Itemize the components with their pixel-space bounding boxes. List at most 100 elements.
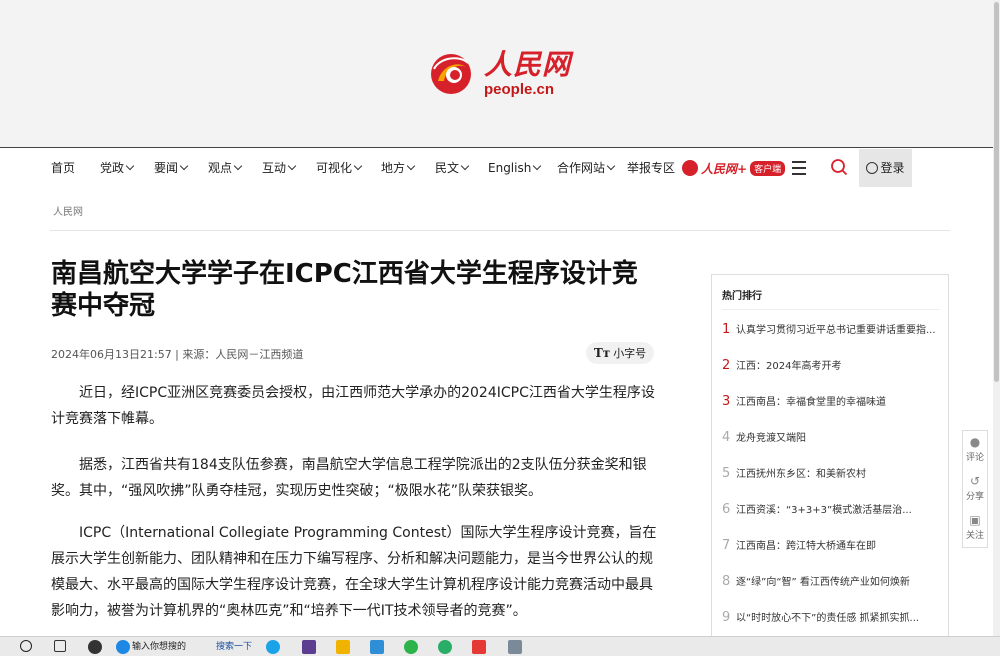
- nav-item-party[interactable]: 党政: [100, 149, 135, 187]
- search-icon[interactable]: [822, 149, 858, 187]
- edge-icon[interactable]: [266, 640, 280, 654]
- hot-item-text: 江西：2024年高考开考: [736, 361, 842, 372]
- folder-icon[interactable]: [336, 640, 350, 654]
- logo-en-text: people.cn: [484, 81, 555, 98]
- hot-item[interactable]: 5 江西抚州东乡区：和美新农村: [722, 465, 944, 485]
- start-circle-icon[interactable]: [20, 640, 32, 652]
- hot-rank: 5: [722, 466, 731, 481]
- main-nav: 首页 党政 要闻 观点 互动 可视化 地方 民文 English 合作网站 举报…: [0, 149, 1000, 187]
- side-toolbar: ● 评论 ↺ 分享 ▣ 关注: [962, 430, 988, 548]
- comment-label: 评论: [965, 453, 984, 463]
- chevron-down-icon: [406, 161, 416, 171]
- nav-item-local[interactable]: 地方: [381, 149, 416, 187]
- hot-item[interactable]: 9 以“时时放心不下”的责任感 抓紧抓实抓...: [722, 609, 944, 629]
- hot-item[interactable]: 1 认真学习贯彻习近平总书记重要讲话重要指...: [722, 321, 944, 341]
- nav-item-opinion[interactable]: 观点: [208, 149, 243, 187]
- nav-item-interact[interactable]: 互动: [262, 149, 297, 187]
- share-label: 分享: [965, 492, 984, 502]
- site-logo[interactable]: 人民网 people.cn: [428, 50, 571, 98]
- login-button[interactable]: 登录: [859, 149, 912, 187]
- nav-label: 观点: [208, 161, 233, 175]
- chevron-down-icon: [606, 161, 616, 171]
- app-badge: 客户端: [750, 160, 786, 176]
- nav-item-news[interactable]: 要闻: [154, 149, 189, 187]
- nav-item-partners[interactable]: 合作网站: [557, 149, 616, 187]
- wps-icon[interactable]: [472, 640, 486, 654]
- chevron-down-icon: [179, 161, 189, 171]
- hot-item[interactable]: 7 江西南昌：跨江特大桥通车在即: [722, 537, 944, 557]
- scrollbar-thumb[interactable]: [994, 2, 999, 382]
- hot-rank: 4: [722, 430, 731, 445]
- hot-item[interactable]: 8 逐“绿”向“智” 看江西传统产业如何焕新: [722, 573, 944, 593]
- hot-item-text: 龙舟竞渡又端阳: [736, 433, 806, 444]
- article-paragraph: 据悉，江西省共有184支队伍参赛，南昌航空大学信息工程学院派出的2支队伍分获金奖…: [51, 457, 647, 499]
- app-logo-icon: [682, 160, 698, 176]
- taskbar: 输入你想搜的 搜索一下: [0, 636, 1000, 656]
- hot-item-text: 江西南昌：跨江特大桥通车在即: [736, 541, 876, 552]
- hot-rank: 6: [722, 502, 731, 517]
- hot-item-text: 逐“绿”向“智” 看江西传统产业如何焕新: [736, 577, 910, 588]
- hot-item[interactable]: 3 江西南昌：幸福食堂里的幸福味道: [722, 393, 944, 413]
- app-download-link[interactable]: 人民网+ 客户端: [682, 159, 786, 177]
- hot-item[interactable]: 2 江西：2024年高考开考: [722, 357, 944, 377]
- nav-label: 地方: [381, 161, 406, 175]
- divider: [50, 230, 950, 231]
- nav-item-english[interactable]: English: [488, 149, 542, 187]
- nav-label: 党政: [100, 161, 125, 175]
- chevron-down-icon: [353, 161, 363, 171]
- hot-ranking-heading: 热门排行: [722, 291, 762, 302]
- header-band: 人民网 people.cn: [0, 0, 1000, 148]
- article-paragraph: ICPC（International Collegiate Programmin…: [51, 525, 657, 619]
- logo-cn-text: 人民网: [484, 48, 572, 81]
- font-size-icon: Tт: [593, 346, 611, 360]
- share-button[interactable]: ↺ 分享: [963, 470, 987, 508]
- nav-label: 互动: [262, 161, 287, 175]
- browser-icon: [116, 640, 130, 654]
- chrome-like-icon[interactable]: [404, 640, 418, 654]
- follow-icon: ▣: [969, 513, 981, 527]
- chevron-down-icon: [233, 161, 243, 171]
- comment-icon: ●: [969, 435, 981, 449]
- nav-label: 可视化: [316, 161, 353, 175]
- follow-label: 关注: [965, 531, 984, 541]
- media-icon[interactable]: [302, 640, 316, 654]
- hot-item-text: 以“时时放心不下”的责任感 抓紧抓实抓...: [736, 613, 920, 624]
- hot-item-text: 江西抚州东乡区：和美新农村: [736, 469, 866, 480]
- hot-rank: 7: [722, 538, 731, 553]
- task-view-icon[interactable]: [54, 640, 66, 652]
- breadcrumb[interactable]: 人民网: [53, 203, 83, 218]
- follow-button[interactable]: ▣ 关注: [963, 509, 987, 547]
- chevron-down-icon: [460, 161, 470, 171]
- taskbar-search-button[interactable]: 搜索一下: [216, 639, 252, 655]
- hot-rank: 3: [722, 394, 731, 409]
- comment-button[interactable]: ● 评论: [963, 431, 987, 469]
- hot-item-text: 认真学习贯彻习近平总书记重要讲话重要指...: [736, 325, 936, 336]
- app-icon[interactable]: [508, 640, 522, 654]
- nav-label: 举报专区: [627, 161, 676, 175]
- hot-item[interactable]: 4 龙舟竞渡又端阳: [722, 429, 944, 449]
- hot-rank: 1: [722, 322, 731, 337]
- logo-icon: [428, 51, 474, 97]
- chevron-down-icon: [287, 161, 297, 171]
- hot-item[interactable]: 6 江西资溪：“3+3+3”模式激活基层治...: [722, 501, 944, 521]
- hot-item-text: 江西资溪：“3+3+3”模式激活基层治...: [736, 505, 912, 516]
- store-icon[interactable]: [370, 640, 384, 654]
- hamburger-icon[interactable]: [784, 149, 816, 187]
- wechat-icon[interactable]: [438, 640, 452, 654]
- chevron-down-icon: [125, 161, 135, 171]
- font-size-toggle[interactable]: Tт 小字号: [586, 342, 654, 364]
- nav-item-home[interactable]: 首页: [51, 149, 75, 187]
- app-icon[interactable]: [88, 640, 102, 654]
- article-paragraph: 近日，经ICPC亚洲区竞赛委员会授权，由江西师范大学承办的2024ICPC江西省…: [51, 385, 655, 427]
- taskbar-search-input[interactable]: 输入你想搜的: [132, 639, 186, 655]
- nav-item-visual[interactable]: 可视化: [316, 149, 363, 187]
- nav-item-ethnic[interactable]: 民文: [435, 149, 470, 187]
- nav-label: 要闻: [154, 161, 179, 175]
- chevron-down-icon: [533, 161, 542, 171]
- nav-item-report[interactable]: 举报专区: [627, 149, 675, 187]
- share-icon: ↺: [969, 474, 981, 488]
- divider: [722, 309, 940, 310]
- hot-ranking-panel: 热门排行 1 认真学习贯彻习近平总书记重要讲话重要指... 2 江西：2024年高考…: [711, 274, 949, 656]
- hot-rank: 8: [722, 574, 731, 589]
- login-label: 登录: [880, 161, 905, 175]
